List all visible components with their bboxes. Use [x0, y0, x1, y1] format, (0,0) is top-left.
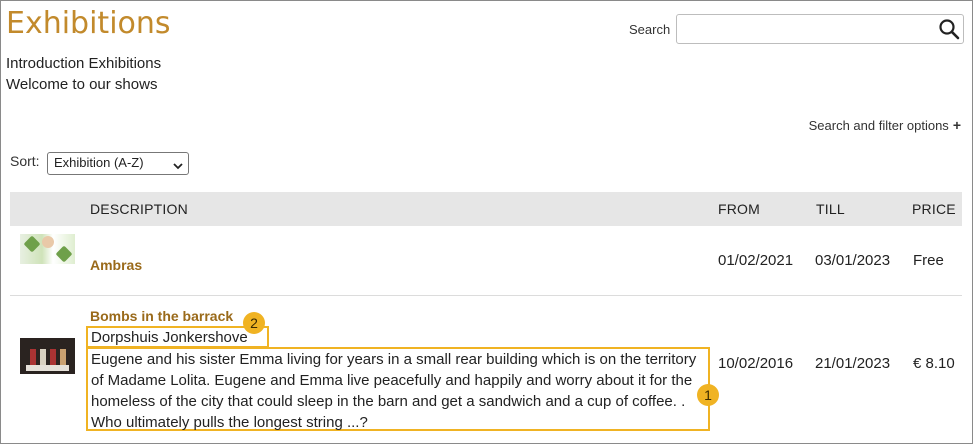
column-header-till: TILL: [816, 201, 845, 217]
figure-decoration: [30, 349, 36, 365]
column-header-price: PRICE: [912, 201, 956, 217]
exhibition-title-link[interactable]: Ambras: [90, 257, 142, 273]
face-decoration: [39, 233, 57, 251]
exhibition-thumbnail[interactable]: [20, 233, 75, 264]
annotation-badge-2: 2: [243, 312, 265, 334]
page-title: Exhibitions: [6, 6, 171, 41]
column-header-description: DESCRIPTION: [90, 201, 188, 217]
column-header-from: FROM: [718, 201, 761, 217]
leaf-decoration: [55, 245, 73, 263]
banner-decoration: [26, 365, 69, 371]
figure-decoration: [50, 349, 56, 365]
exhibition-thumbnail[interactable]: [20, 338, 75, 374]
intro-line-2: Welcome to our shows: [6, 76, 158, 93]
search-box: [676, 14, 964, 44]
row-from-date: 01/02/2021: [718, 252, 794, 269]
table-header: DESCRIPTION FROM TILL PRICE: [10, 192, 962, 226]
exhibition-venue: Dorpshuis Jonkershove: [86, 326, 269, 348]
row-from-date: 10/02/2016: [718, 355, 794, 372]
row-divider: [10, 295, 962, 296]
sort-select[interactable]: Exhibition (A-Z): [47, 152, 189, 175]
chevron-down-icon: [173, 159, 183, 170]
plus-icon: +: [952, 117, 961, 133]
filter-options-label: Search and filter options: [808, 118, 949, 133]
figure-decoration: [60, 349, 66, 365]
row-price: Free: [913, 252, 944, 269]
exhibition-description: Eugene and his sister Emma living for ye…: [86, 347, 710, 431]
figure-decoration: [40, 349, 46, 365]
search-filter-options-toggle[interactable]: Search and filter options +: [809, 117, 961, 133]
row-till-date: 03/01/2023: [815, 252, 891, 269]
intro-line-1: Introduction Exhibitions: [6, 55, 162, 72]
intro-text: Introduction Exhibitions Welcome to our …: [6, 53, 161, 95]
exhibition-title-link[interactable]: Bombs in the barrack: [90, 308, 233, 324]
search-input[interactable]: [677, 15, 927, 43]
row-till-date: 21/01/2023: [815, 355, 891, 372]
search-label: Search: [629, 22, 671, 37]
leaf-decoration: [23, 235, 41, 253]
sort-selected-value: Exhibition (A-Z): [54, 155, 144, 170]
row-price: € 8.10: [913, 355, 955, 372]
sort-label: Sort:: [10, 153, 40, 169]
annotation-badge-1: 1: [697, 384, 719, 406]
search-icon[interactable]: [938, 18, 960, 40]
